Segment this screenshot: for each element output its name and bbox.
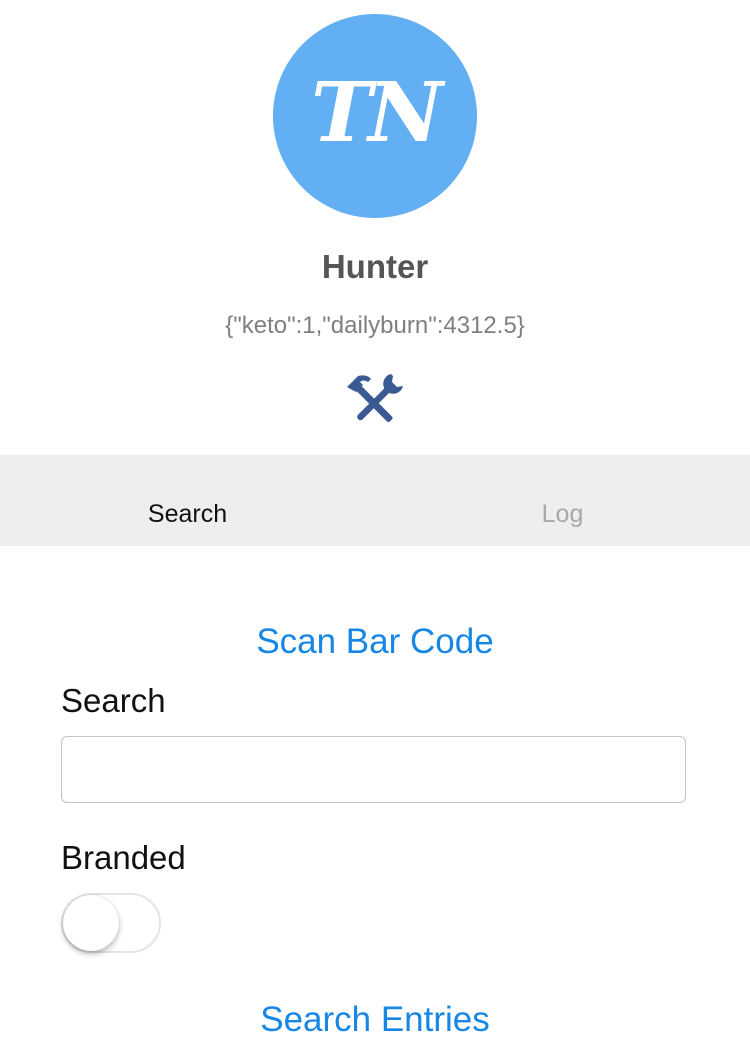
tab-bar: Search Log	[0, 455, 750, 546]
page: TN Hunter {"keto":1,"dailyburn":4312.5} …	[0, 0, 750, 1050]
search-label: Search	[61, 682, 166, 719]
search-entries-button[interactable]: Search Entries	[0, 1000, 750, 1040]
tab-search[interactable]: Search	[0, 455, 375, 546]
scan-bar-code-button[interactable]: Scan Bar Code	[0, 622, 750, 662]
hammer-wrench-icon[interactable]	[343, 370, 407, 426]
toggle-knob	[63, 895, 119, 951]
tab-log[interactable]: Log	[375, 455, 750, 546]
app-logo: TN	[273, 14, 477, 218]
branded-toggle[interactable]	[61, 893, 161, 953]
user-settings-json: {"keto":1,"dailyburn":4312.5}	[225, 312, 525, 339]
user-name: Hunter	[321, 248, 429, 285]
search-input[interactable]	[61, 736, 686, 803]
branded-label: Branded	[61, 839, 186, 876]
logo-text: TN	[311, 65, 443, 161]
